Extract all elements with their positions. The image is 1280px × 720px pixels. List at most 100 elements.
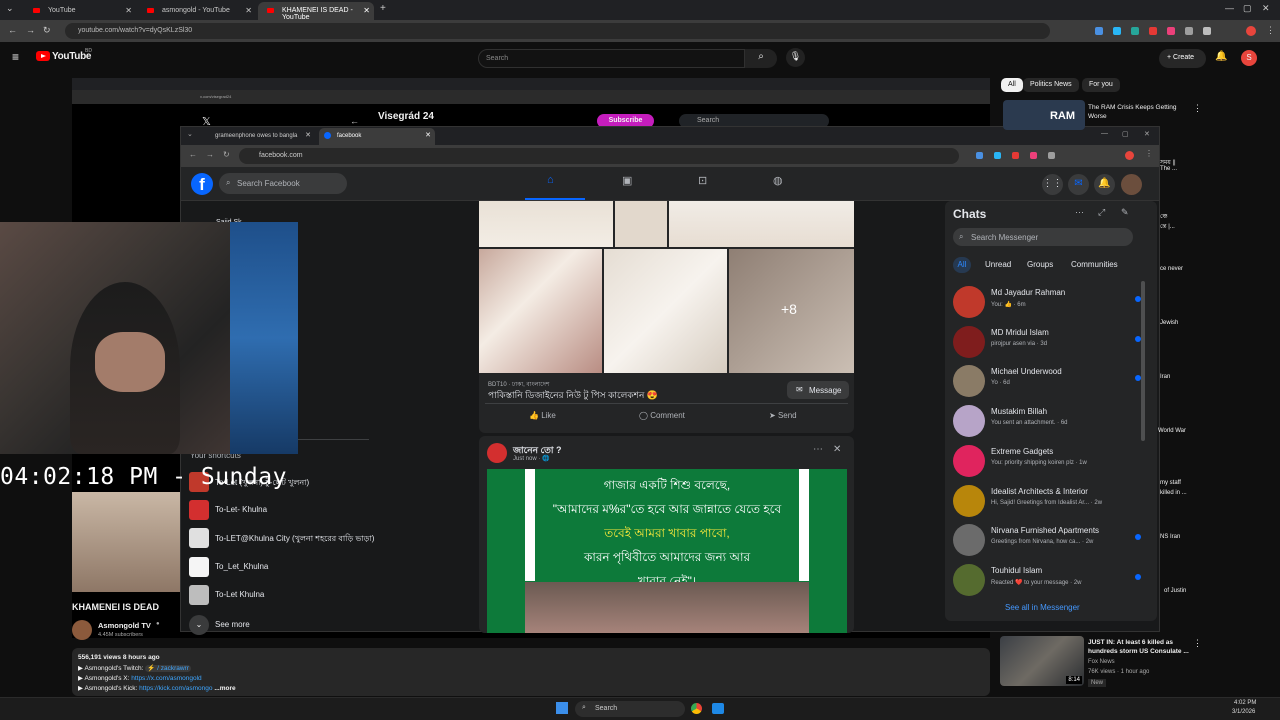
see-more-button[interactable]: ⌄ See more — [189, 615, 389, 635]
side-video-fragment[interactable]: NS Iran — [1160, 534, 1180, 540]
desc-link[interactable]: https://kick.com/asmongo — [139, 685, 212, 692]
tab-youtube[interactable]: YouTube ✕ — [24, 2, 136, 20]
profile-avatar-icon[interactable] — [1246, 26, 1256, 36]
desc-link[interactable]: https://x.com/asmongold — [131, 675, 201, 682]
tab-search-icon[interactable]: ⌄ — [6, 3, 14, 14]
shortcut-item[interactable]: To-LET@Khulna City (খুলনা শহরের বাড়ি ভা… — [189, 528, 389, 548]
forward-icon[interactable]: → — [206, 150, 214, 159]
extension-icon[interactable] — [976, 152, 983, 159]
page-avatar[interactable] — [487, 443, 507, 463]
side-video-title[interactable]: The RAM Crisis Keeps Getting Worse — [1088, 103, 1188, 121]
extension-icon[interactable] — [1048, 152, 1055, 159]
profile-avatar[interactable] — [1121, 174, 1142, 195]
tab-grameenphone[interactable]: grameenphone owes to bangla ✕ — [201, 128, 313, 144]
notifications-bell-icon[interactable]: 🔔 — [1094, 174, 1115, 195]
extension-icon[interactable] — [994, 152, 1001, 159]
chat-options-icon[interactable]: ⋯ — [1075, 207, 1084, 218]
search-button[interactable]: ⌕ — [745, 49, 777, 68]
side-video-fragment[interactable]: ন্তে |... — [1160, 221, 1175, 232]
side-video-fragment[interactable]: of Justin — [1164, 588, 1186, 594]
hamburger-menu-icon[interactable]: ≡ — [12, 50, 19, 64]
close-tab-icon[interactable]: ✕ — [245, 6, 252, 15]
side-video-fragment[interactable]: my staff — [1160, 480, 1181, 486]
maximize-icon[interactable]: ▢ — [1243, 3, 1252, 14]
video-tab-icon[interactable]: ▣ — [622, 174, 632, 187]
shortcut-item[interactable]: To-Let- Khulna — [189, 500, 389, 520]
post-image[interactable] — [604, 249, 727, 373]
post-image[interactable] — [479, 249, 602, 373]
post-image[interactable] — [479, 201, 613, 247]
app-icon[interactable] — [712, 703, 724, 714]
chat-item[interactable]: MD Mridul Islam pirojpur asen via · 3d — [953, 323, 1145, 361]
extension-icon[interactable] — [1113, 27, 1121, 35]
create-button[interactable]: + Create — [1159, 49, 1206, 68]
more-options-icon[interactable]: ⋯ — [813, 444, 823, 455]
reload-icon[interactable]: ↻ — [43, 25, 51, 36]
tab-menu-icon[interactable]: ⌄ — [187, 130, 193, 138]
windows-start-icon[interactable] — [556, 702, 568, 714]
video-thumbnail[interactable]: 8:14 — [1000, 636, 1084, 686]
side-video-title[interactable]: JUST IN: At least 6 killed as hundreds s… — [1088, 638, 1190, 656]
more-link[interactable]: ...more — [214, 685, 235, 692]
comment-button[interactable]: ◯ Comment — [639, 411, 685, 420]
chat-item[interactable]: Md Jayadur Rahman You: 👍 · 6m — [953, 283, 1145, 321]
filter-groups[interactable]: Groups — [1027, 260, 1053, 269]
shortcut-item[interactable]: To_Let_Khulna — [189, 557, 389, 577]
tab-asmongold[interactable]: asmongold - YouTube ✕ — [138, 2, 256, 20]
taskbar-search[interactable]: ⌕ Search — [575, 701, 685, 717]
marketplace-tab-icon[interactable]: ⊡ — [698, 174, 707, 187]
filter-communities[interactable]: Communities — [1071, 260, 1118, 269]
video-thumbnail[interactable]: RAM — [1003, 100, 1085, 130]
gaming-tab-icon[interactable]: ◍ — [773, 174, 783, 187]
chip-for-you[interactable]: For you — [1082, 78, 1120, 92]
see-all-messenger-link[interactable]: See all in Messenger — [1005, 603, 1080, 612]
minimize-icon[interactable]: — — [1101, 130, 1108, 137]
send-button[interactable]: ➤ Send — [769, 411, 797, 420]
tab-khamenei[interactable]: KHAMENEI IS DEAD - YouTube ✕ — [258, 2, 374, 21]
side-video-fragment[interactable]: Jewish — [1160, 320, 1178, 326]
new-message-icon[interactable]: ✎ — [1121, 207, 1129, 218]
close-tab-icon[interactable]: ✕ — [363, 6, 370, 15]
taskbar-date[interactable]: 3/1/2026 — [1232, 709, 1255, 715]
chrome-icon[interactable] — [691, 703, 702, 714]
filter-all[interactable]: All — [953, 257, 971, 273]
expand-icon[interactable]: ⤢ — [1098, 207, 1105, 218]
shortcut-item[interactable]: To-Let Khulna — [189, 585, 389, 605]
menu-grid-icon[interactable]: ⋮⋮ — [1042, 174, 1063, 195]
extension-icon[interactable] — [1131, 27, 1139, 35]
close-window-icon[interactable]: ✕ — [1262, 3, 1270, 14]
chip-politics-news[interactable]: Politics News — [1023, 78, 1079, 92]
tab-facebook[interactable]: facebook ✕ — [319, 128, 435, 145]
close-tab-icon[interactable]: ✕ — [125, 6, 132, 15]
side-video-fragment[interactable]: The ... — [1160, 166, 1177, 172]
back-icon[interactable]: ← — [189, 150, 197, 159]
search-messenger-input[interactable]: ⌕ Search Messenger — [953, 228, 1133, 246]
chat-item[interactable]: Touhidul Islam Reacted ❤️ to your message… — [953, 561, 1145, 599]
fb-url-input[interactable]: facebook.com — [239, 148, 959, 164]
post-image[interactable]: গাজার একটি শিশু বলেছে, "আমাদের ম%র"তে হব… — [487, 469, 847, 633]
back-icon[interactable]: ← — [8, 25, 17, 35]
user-avatar[interactable]: S — [1241, 50, 1257, 66]
youtube-logo-icon[interactable] — [36, 51, 50, 61]
post-image[interactable] — [669, 201, 854, 247]
extension-icon[interactable] — [1167, 27, 1175, 35]
chat-item[interactable]: Idealist Architects & Interior Hi, Sajid!… — [953, 482, 1145, 520]
chat-item[interactable]: Extreme Gadgets You: priority shipping ko… — [953, 442, 1145, 480]
fb-search-input[interactable]: ⌕ Search Facebook — [219, 173, 347, 194]
channel-avatar[interactable] — [72, 620, 92, 640]
close-window-icon[interactable]: ✕ — [1144, 130, 1150, 138]
post-image[interactable] — [615, 201, 667, 247]
like-button[interactable]: 👍 Like — [529, 411, 556, 420]
messenger-icon[interactable]: ✉ — [1068, 174, 1089, 195]
reload-icon[interactable]: ↻ — [223, 150, 230, 159]
chat-item[interactable]: Mustakim Billah You sent an attachment. ·… — [953, 402, 1145, 440]
forward-icon[interactable]: → — [26, 25, 35, 35]
maximize-icon[interactable]: ▢ — [1122, 130, 1129, 138]
bell-icon[interactable]: 🔔 — [1215, 51, 1227, 62]
home-tab-icon[interactable]: ⌂ — [547, 174, 554, 186]
url-input[interactable]: youtube.com/watch?v=dyQsKLzSl30 — [65, 23, 1050, 39]
scrollbar[interactable] — [1141, 281, 1145, 441]
filter-unread[interactable]: Unread — [985, 260, 1011, 269]
post-image[interactable]: +8 — [729, 249, 854, 373]
chip-all[interactable]: All — [1001, 78, 1023, 92]
